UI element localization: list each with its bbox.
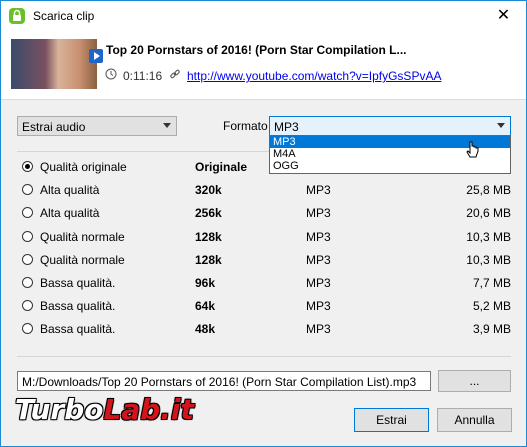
- quality-radio[interactable]: [22, 161, 33, 172]
- clip-header: Top 20 Pornstars of 2016! (Porn Star Com…: [1, 31, 526, 100]
- quality-radio[interactable]: [22, 323, 33, 334]
- quality-radio[interactable]: [22, 231, 33, 242]
- quality-radio[interactable]: [22, 254, 33, 265]
- quality-radio[interactable]: [22, 207, 33, 218]
- quality-size: 7,7 MB: [472, 276, 511, 290]
- quality-radio[interactable]: [22, 277, 33, 288]
- quality-row[interactable]: Alta qualità 320k MP3 25,8 MB: [17, 181, 511, 201]
- clip-duration: 0:11:16: [123, 69, 163, 83]
- quality-label: Qualità normale: [40, 230, 125, 244]
- quality-bitrate: 96k: [195, 276, 216, 290]
- quality-bitrate: 320k: [195, 183, 222, 197]
- quality-size: 10,3 MB: [466, 253, 511, 267]
- format-select-value: MP3: [274, 120, 299, 134]
- quality-row[interactable]: Bassa qualità. 48k MP3 3,9 MB: [17, 320, 511, 340]
- quality-size: 5,2 MB: [472, 299, 511, 313]
- quality-size: 20,6 MB: [466, 206, 511, 220]
- quality-label: Bassa qualità.: [40, 276, 116, 290]
- quality-label: Qualità normale: [40, 253, 125, 267]
- clip-thumbnail: [11, 39, 103, 89]
- action-select-value: Estrai audio: [22, 120, 86, 134]
- quality-format: MP3: [306, 322, 331, 336]
- quality-label: Bassa qualità.: [40, 322, 116, 336]
- quality-bitrate: 128k: [195, 230, 222, 244]
- quality-radio[interactable]: [22, 300, 33, 311]
- quality-bitrate: 48k: [195, 322, 216, 336]
- watermark-part2: Lab.it: [103, 393, 194, 426]
- link-icon: [170, 69, 180, 79]
- format-label: Formato: [223, 119, 268, 133]
- section-divider: [17, 356, 511, 357]
- mouse-cursor-icon: [466, 141, 479, 158]
- format-option[interactable]: OGG: [270, 160, 510, 172]
- cancel-button[interactable]: Annulla: [437, 408, 512, 432]
- action-select[interactable]: Estrai audio: [17, 116, 177, 136]
- chevron-down-icon: [163, 123, 171, 128]
- clip-title: Top 20 Pornstars of 2016! (Porn Star Com…: [106, 43, 407, 57]
- quality-size: 3,9 MB: [472, 322, 511, 336]
- play-badge-icon: [89, 49, 103, 63]
- quality-format: MP3: [306, 253, 331, 267]
- quality-row[interactable]: Qualità normale 128k MP3 10,3 MB: [17, 251, 511, 271]
- quality-label: Alta qualità: [40, 206, 100, 220]
- app-logo-icon: [9, 8, 25, 24]
- quality-label: Qualità originale: [40, 160, 127, 174]
- quality-bitrate: 256k: [195, 206, 222, 220]
- clock-icon: [105, 68, 117, 80]
- quality-row[interactable]: Bassa qualità. 96k MP3 7,7 MB: [17, 274, 511, 294]
- title-bar[interactable]: Scarica clip ✕: [1, 1, 526, 31]
- quality-bitrate: 128k: [195, 253, 222, 267]
- quality-format: MP3: [306, 183, 331, 197]
- watermark-part1: Turbo: [15, 393, 104, 426]
- quality-bitrate: 64k: [195, 299, 216, 313]
- quality-label: Bassa qualità.: [40, 299, 116, 313]
- clip-url-link[interactable]: http://www.youtube.com/watch?v=IpfyGsSPv…: [187, 69, 441, 83]
- extract-button[interactable]: Estrai: [354, 408, 429, 432]
- quality-row[interactable]: Bassa qualità. 64k MP3 5,2 MB: [17, 297, 511, 317]
- output-path-input[interactable]: M:/Downloads/Top 20 Pornstars of 2016! (…: [17, 371, 431, 391]
- quality-row[interactable]: Qualità normale 128k MP3 10,3 MB: [17, 228, 511, 248]
- quality-format: MP3: [306, 230, 331, 244]
- close-button[interactable]: ✕: [481, 1, 526, 31]
- window-title: Scarica clip: [33, 9, 95, 23]
- quality-size: 10,3 MB: [466, 230, 511, 244]
- watermark-logo: TurboLab.it: [15, 393, 194, 426]
- quality-format: MP3: [306, 276, 331, 290]
- chevron-down-icon: [497, 123, 505, 128]
- quality-bitrate: Originale: [195, 160, 248, 174]
- quality-format: MP3: [306, 299, 331, 313]
- format-select[interactable]: MP3: [269, 116, 511, 136]
- quality-label: Alta qualità: [40, 183, 100, 197]
- browse-button[interactable]: ...: [438, 370, 511, 392]
- quality-radio[interactable]: [22, 184, 33, 195]
- quality-size: 25,8 MB: [466, 183, 511, 197]
- quality-format: MP3: [306, 206, 331, 220]
- download-clip-dialog: Scarica clip ✕ Top 20 Pornstars of 2016!…: [0, 0, 527, 447]
- quality-row[interactable]: Alta qualità 256k MP3 20,6 MB: [17, 204, 511, 224]
